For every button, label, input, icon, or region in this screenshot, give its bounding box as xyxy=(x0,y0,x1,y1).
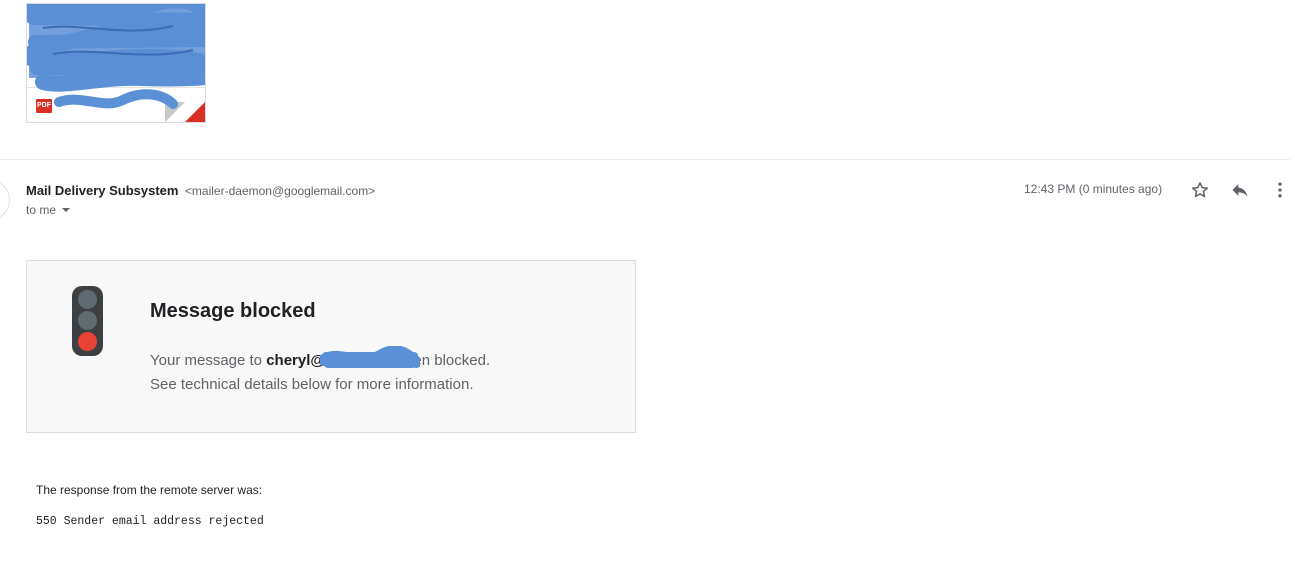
sender-avatar[interactable] xyxy=(0,180,10,220)
attachment-preview xyxy=(27,4,205,90)
reply-icon[interactable] xyxy=(1229,179,1251,201)
pdf-icon: PDF xyxy=(36,99,52,113)
traffic-light-lamp-middle xyxy=(78,311,97,330)
more-vertical-icon[interactable] xyxy=(1269,179,1291,201)
blocked-recipient-address: cheryl@ .com xyxy=(266,346,421,369)
sender-name[interactable]: Mail Delivery Subsystem xyxy=(26,183,178,198)
notice-body-prefix: Your message to xyxy=(150,352,267,369)
recipient-label: to me xyxy=(26,203,57,217)
traffic-light-lamp-top xyxy=(78,290,97,309)
blocked-recipient-text: cheryl@ .com xyxy=(266,352,365,369)
sender-email: <mailer-daemon@googlemail.com> xyxy=(184,184,376,198)
notice-body-suffix: has been blocked. xyxy=(364,352,491,369)
sender-info: Mail Delivery Subsystem <mailer-daemon@g… xyxy=(26,182,375,200)
server-response-code: 550 Sender email address rejected xyxy=(36,515,264,528)
message-timestamp: 12:43 PM (0 minutes ago) xyxy=(1024,182,1163,196)
attachment-thumbnail[interactable]: PDF xyxy=(26,3,206,123)
chevron-down-icon[interactable] xyxy=(62,207,71,212)
traffic-light-icon xyxy=(72,286,103,356)
page-fold-shade xyxy=(165,102,185,122)
traffic-light-lamp-red xyxy=(78,332,97,351)
server-response-label: The response from the remote server was: xyxy=(36,483,263,497)
star-icon[interactable] xyxy=(1189,179,1211,201)
message-blocked-card: Message blocked Your message to cheryl@ … xyxy=(26,260,636,433)
divider xyxy=(0,159,1290,160)
recipient-details-toggle[interactable]: to me xyxy=(26,203,71,217)
notice-body-line2: See technical details below for more inf… xyxy=(150,376,474,393)
notice-body: Your message to cheryl@ .com has been bl… xyxy=(150,346,620,397)
notice-title: Message blocked xyxy=(150,300,316,322)
page-fold-icon xyxy=(185,102,205,122)
